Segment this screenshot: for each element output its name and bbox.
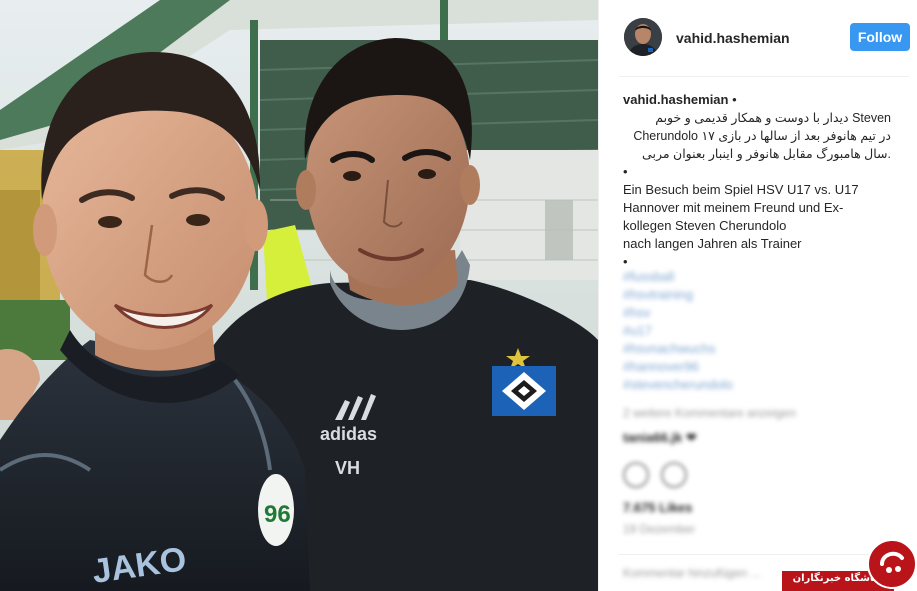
caption-separator: • bbox=[728, 92, 737, 107]
caption-german-line: Hannover mit meinem Freund und Ex- bbox=[623, 200, 844, 215]
comment-row: tania66.jk ❤ bbox=[623, 430, 697, 445]
watermark-logo-icon bbox=[867, 539, 917, 589]
selfie-image: adidas VH 96 JAKO bbox=[0, 0, 598, 591]
hashtag-link[interactable]: #stevencherundolo bbox=[623, 376, 883, 394]
caption-german-line: nach langen Jahren als Trainer bbox=[623, 236, 802, 251]
likes-count[interactable]: 7.675 Likes bbox=[623, 500, 692, 515]
adidas-logo-text: adidas bbox=[320, 424, 377, 444]
hashtag-link[interactable]: #hsvtraining bbox=[623, 286, 883, 304]
post-sidebar: vahid.hashemian Follow vahid.hashemian •… bbox=[598, 0, 917, 591]
load-more-comments-link[interactable]: 2 weitere Kommentare anzeigen bbox=[623, 406, 796, 420]
hashtag-link[interactable]: #hannover96 bbox=[623, 358, 883, 376]
hashtag-link[interactable]: #fussball bbox=[623, 268, 883, 286]
post-caption: vahid.hashemian • Steven دیدار با دوست و… bbox=[623, 91, 891, 271]
post-header: vahid.hashemian Follow bbox=[599, 0, 917, 76]
comment-icon[interactable] bbox=[661, 462, 687, 488]
hashtag-link[interactable]: #u17 bbox=[623, 322, 883, 340]
svg-text:96: 96 bbox=[264, 501, 291, 528]
caption-persian-line: .سال هامبورگ مقابل هانوفر و اینبار بعنوا… bbox=[642, 147, 891, 161]
heart-icon[interactable] bbox=[623, 462, 649, 488]
caption-persian-line: در تیم هانوفر بعد از سالها در بازی ۱۷ Ch… bbox=[633, 129, 891, 143]
comment-input[interactable]: Kommentar hinzufügen ... bbox=[623, 566, 760, 580]
divider bbox=[619, 76, 909, 77]
caption-german-line: kollegen Steven Cherundolo bbox=[623, 218, 787, 233]
hashtag-link[interactable]: #hsvnachwuchs bbox=[623, 340, 883, 358]
hashtag-list: #fussball #hsvtraining #hsv #u17 #hsvnac… bbox=[623, 268, 883, 394]
caption-persian-line: Steven دیدار با دوست و همکار قدیمی و خوب… bbox=[655, 111, 891, 125]
caption-bullet: • bbox=[623, 164, 628, 179]
post-photo[interactable]: adidas VH 96 JAKO bbox=[0, 0, 598, 591]
post-date: 19 Dezember bbox=[623, 522, 696, 536]
caption-author-link[interactable]: vahid.hashemian bbox=[623, 92, 728, 107]
jersey-initials: VH bbox=[335, 458, 360, 478]
username-link[interactable]: vahid.hashemian bbox=[676, 30, 790, 46]
caption-german-line: Ein Besuch beim Spiel HSV U17 vs. U17 bbox=[623, 182, 859, 197]
follow-button[interactable]: Follow bbox=[850, 23, 910, 51]
hashtag-link[interactable]: #hsv bbox=[623, 304, 883, 322]
avatar[interactable] bbox=[624, 18, 662, 56]
